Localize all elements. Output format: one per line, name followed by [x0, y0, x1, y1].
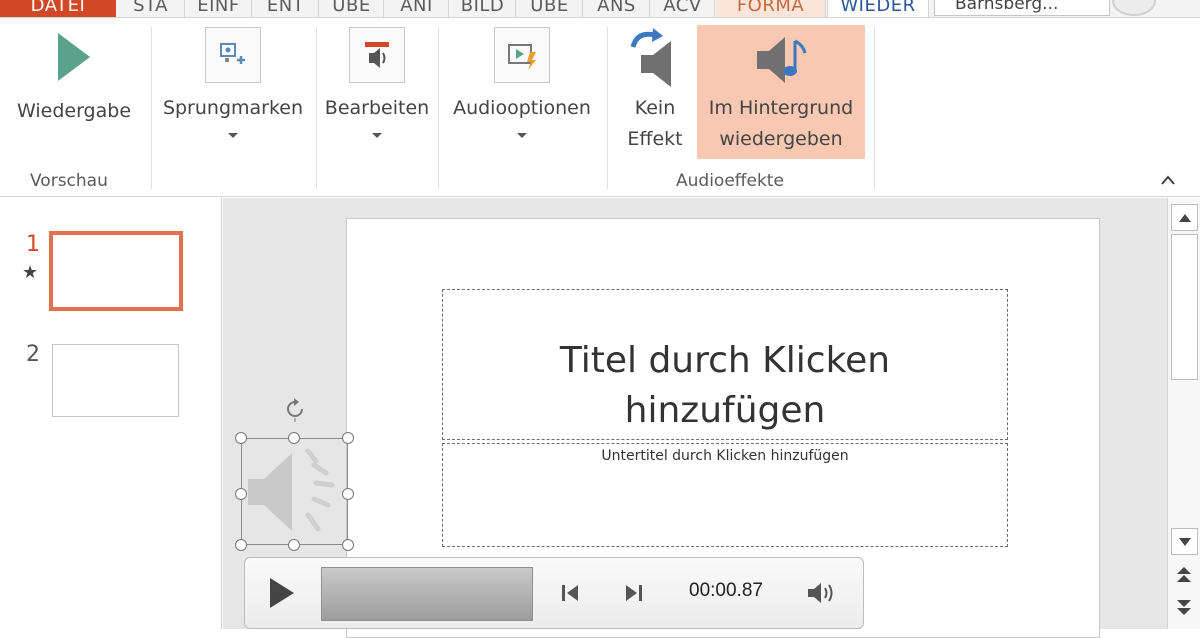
play-in-background-label-2: wiedergeben [719, 128, 843, 150]
subtitle-text: Untertitel durch Klicken hinzufügen [601, 448, 849, 464]
title-line-2: hinzufügen [624, 390, 826, 431]
edit-button[interactable]: Bearbeiten [320, 27, 434, 138]
slide-thumbnail-pane: 1 ★ 2 [0, 198, 222, 629]
chevron-down-icon [1178, 537, 1191, 546]
scroll-thumb[interactable] [1171, 234, 1198, 380]
chevron-down-icon [372, 133, 382, 138]
group-separator [607, 27, 608, 189]
bookmarks-label: Sprungmarken [162, 97, 304, 119]
avatar[interactable] [1112, 0, 1156, 16]
play-in-background-button[interactable]: Im Hintergrund wiedergeben [697, 25, 865, 159]
tab-file[interactable]: DATEI [0, 0, 116, 17]
group-label-preview: Vorschau [30, 171, 108, 191]
animation-star-icon: ★ [22, 262, 39, 283]
tab-start[interactable]: STA [117, 0, 185, 17]
bookmarks-button[interactable]: Sprungmarken [155, 27, 311, 138]
audio-options-label: Audiooptionen [453, 97, 591, 119]
ribbon: Wiedergabe Vorschau Sprungmarken Bearbei… [0, 19, 1200, 197]
speaker-music-icon [757, 37, 807, 83]
bookmark-icon [205, 27, 261, 83]
slide-thumbnail-1[interactable] [49, 231, 183, 311]
tab-acv[interactable]: ACV [651, 0, 715, 17]
slide-thumbnail-2[interactable] [52, 344, 179, 417]
tab-review[interactable]: ÜBE [517, 0, 583, 17]
group-label-audio-effects: Audioeffekte [676, 171, 784, 191]
audio-options-button[interactable]: Audiooptionen [442, 27, 602, 138]
resize-handle[interactable] [235, 488, 247, 500]
group-separator [151, 27, 152, 189]
slide-number-1: 1 [26, 232, 40, 257]
undo-speaker-icon [630, 28, 671, 87]
resize-handle[interactable] [235, 539, 247, 551]
chevron-down-icon [228, 133, 238, 138]
tab-slideshow[interactable]: BILD [450, 0, 516, 17]
scroll-down-button[interactable] [1171, 528, 1198, 555]
resize-handle[interactable] [342, 539, 354, 551]
title-placeholder[interactable]: Titel durch Klicken hinzufügen [442, 289, 1008, 440]
audio-playback-bar: 00:00.87 [244, 557, 864, 629]
skip-back-icon[interactable] [559, 582, 581, 604]
resize-handle[interactable] [342, 432, 354, 444]
tab-transitions[interactable]: ÜBE [320, 0, 384, 17]
no-effect-label-2: Effekt [627, 128, 683, 150]
ribbon-tab-strip: DATEI STA EINF ENT ÜBE ANI BILD ÜBE ANS … [0, 0, 1200, 18]
no-effect-button[interactable]: Kein Effekt [614, 27, 696, 155]
play-button-icon[interactable] [267, 576, 297, 610]
resize-handle[interactable] [235, 432, 247, 444]
play-icon [58, 33, 90, 81]
edit-label: Bearbeiten [324, 97, 430, 119]
account-name[interactable]: Barnsberg... [934, 0, 1110, 16]
seek-bar[interactable] [321, 567, 533, 621]
speaker-icon [248, 448, 335, 532]
group-separator [874, 27, 875, 189]
tab-animations[interactable]: ANI [385, 0, 449, 17]
no-effect-label-1: Kein [634, 97, 676, 119]
resize-handle[interactable] [288, 539, 300, 551]
audio-options-icon [494, 27, 550, 83]
playback-time: 00:00.87 [689, 580, 763, 601]
vertical-scrollbar[interactable] [1167, 198, 1200, 629]
skip-forward-icon[interactable] [623, 582, 645, 604]
chevron-up-icon [1178, 213, 1191, 222]
resize-handle[interactable] [342, 488, 354, 500]
slide-number-2: 2 [26, 342, 40, 367]
scroll-up-button[interactable] [1171, 204, 1198, 231]
collapse-ribbon-icon[interactable] [1160, 174, 1176, 186]
tab-playback[interactable]: WIEDER [827, 0, 929, 17]
previous-slide-icon[interactable] [1176, 566, 1192, 584]
audio-object[interactable] [241, 438, 348, 545]
play-in-background-label-1: Im Hintergrund [708, 97, 854, 119]
group-separator [438, 27, 439, 189]
subtitle-placeholder[interactable]: Untertitel durch Klicken hinzufügen [442, 443, 1008, 547]
next-slide-icon[interactable] [1176, 598, 1192, 616]
play-preview-button[interactable]: Wiedergabe [8, 31, 140, 127]
chevron-down-icon [517, 133, 527, 138]
tab-design[interactable]: ENT [253, 0, 319, 17]
group-separator [316, 27, 317, 189]
tab-view[interactable]: ANS [584, 0, 650, 17]
rotate-handle-icon[interactable] [282, 396, 308, 422]
play-preview-label: Wiedergabe [16, 100, 132, 122]
tab-insert[interactable]: EINF [186, 0, 252, 17]
title-line-1: Titel durch Klicken [559, 340, 891, 381]
volume-icon[interactable] [805, 580, 839, 606]
resize-handle[interactable] [288, 432, 300, 444]
tab-format[interactable]: FORMA [716, 0, 826, 17]
trim-audio-icon [349, 27, 405, 83]
